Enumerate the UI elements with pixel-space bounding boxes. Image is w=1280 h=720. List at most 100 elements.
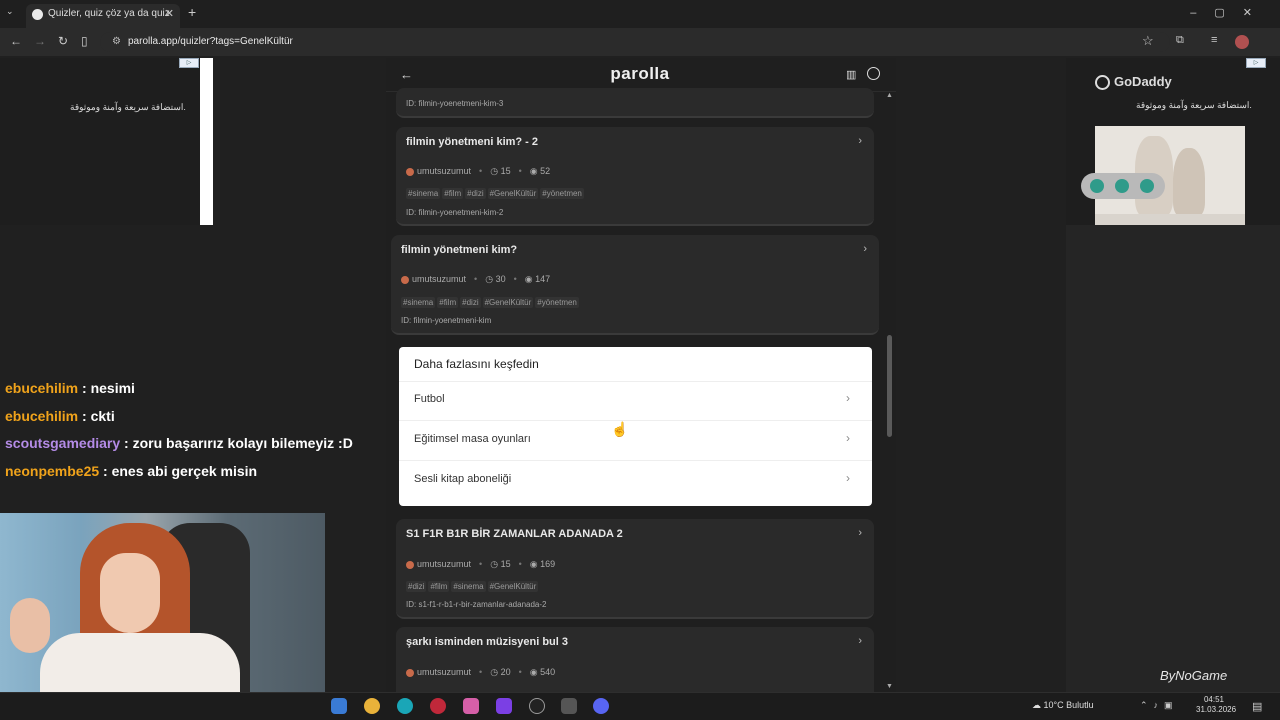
app-brand[interactable]: parolla — [560, 64, 720, 84]
quiz-title: filmin yönetmeni kim? — [401, 244, 518, 256]
webcam-feed — [0, 513, 325, 693]
tag[interactable]: #dizi — [406, 581, 427, 592]
godaddy-logo: GoDaddy — [1095, 74, 1172, 91]
window-controls[interactable]: –▢✕ — [1190, 6, 1270, 19]
tag[interactable]: #dizi — [460, 297, 481, 308]
tag[interactable]: #GenelKültür — [487, 581, 539, 592]
tag[interactable]: #sinema — [401, 297, 436, 308]
tag[interactable]: #dizi — [465, 188, 486, 199]
explore-item-board-games[interactable]: Eğitimsel masa oyunları › — [399, 420, 872, 460]
explore-more-box: Daha fazlasını keşfedin Futbol › Eğitims… — [399, 347, 872, 506]
sidebar-icon[interactable]: ▯ — [81, 34, 88, 48]
explore-item-label: Futbol — [414, 393, 445, 405]
chat-message: neonpembe25 : enes abi gerçek misin — [5, 463, 353, 491]
scroll-down-arrow-icon[interactable]: ▼ — [886, 683, 893, 690]
mail-app-icon[interactable] — [331, 698, 347, 714]
scrollbar-thumb[interactable] — [887, 335, 892, 437]
quiz-card[interactable]: filmin yönetmeni kim? › umutsuzumut • ◷ 30… — [391, 235, 879, 335]
back-arrow-icon[interactable]: ← — [400, 67, 413, 82]
streamer-face — [100, 553, 160, 633]
forward-arrow-icon[interactable]: → — [34, 34, 46, 48]
profile-avatar[interactable] — [1235, 35, 1249, 49]
quiz-time: 20 — [500, 667, 511, 677]
shelf-shape — [1095, 214, 1245, 225]
chevron-right-icon: › — [858, 135, 862, 147]
chat-text: : enes abi gerçek misin — [99, 462, 258, 479]
tag[interactable]: #yönetmen — [540, 188, 584, 199]
site-info-icon[interactable]: ⚙ — [112, 32, 121, 52]
quiz-meta: umutsuzumut • ◷ 30 • ◉ 147 — [401, 274, 550, 285]
quiz-id: ID: filmin-yoenetmeni-kim — [401, 316, 492, 325]
clock-icon: ◷ — [490, 667, 499, 677]
tab-favicon-icon — [32, 9, 43, 20]
quiz-card[interactable]: şarkı isminden müzisyeni bul 3 › umutsuz… — [396, 627, 874, 692]
discord-icon[interactable] — [593, 698, 609, 714]
bookmark-star-icon[interactable]: ☆ — [1142, 33, 1154, 49]
quiz-tags: #sinema #film #dizi #GenelKültür #yönetmen — [406, 188, 586, 199]
back-arrow-icon[interactable]: ← — [10, 34, 22, 48]
clock[interactable]: 04:51 31.03.2026 — [1196, 695, 1236, 715]
edge-icon[interactable] — [397, 698, 413, 714]
weather-text: 10°C Bulutlu — [1043, 700, 1094, 710]
streamer-hand — [10, 598, 50, 653]
obs-icon[interactable] — [529, 698, 545, 714]
settings-gear-icon[interactable] — [561, 698, 577, 714]
twitch-icon[interactable] — [496, 698, 512, 714]
copilot-icon[interactable] — [463, 698, 479, 714]
address-bar[interactable]: ⚙ parolla.app/quizler?tags=GenelKültür — [100, 32, 1170, 52]
tag[interactable]: #sinema — [406, 188, 441, 199]
tab-search-icon[interactable]: ⌄ — [6, 6, 14, 17]
clock-icon: ◷ — [485, 274, 494, 284]
browser-tab[interactable]: Quizler, quiz çöz ya da quiz olu ✕ — [26, 4, 180, 39]
chat-message: ebucehilim : nesimi — [5, 380, 353, 408]
eye-icon: ◉ — [529, 667, 538, 677]
quiz-author: umutsuzumut — [417, 559, 472, 569]
leaderboard-icon[interactable]: ▥ — [846, 68, 856, 81]
chevron-right-icon: › — [858, 635, 862, 647]
chevron-right-icon: › — [863, 243, 867, 255]
opera-icon[interactable] — [430, 698, 446, 714]
streamer-body — [40, 633, 240, 693]
tag[interactable]: #GenelKültür — [482, 297, 534, 308]
tag[interactable]: #GenelKültür — [487, 188, 539, 199]
reading-list-icon[interactable]: ≡ — [1211, 34, 1217, 46]
quiz-card[interactable]: filmin yönetmeni kim? - 2 › umutsuzumut •… — [396, 127, 874, 226]
system-tray[interactable]: ⌃♪▣ — [1140, 700, 1179, 711]
clock-icon: ◷ — [490, 166, 499, 176]
user-account-icon[interactable] — [867, 67, 880, 80]
vase-shape — [1173, 148, 1205, 216]
extensions-icon[interactable]: ⧉ — [1176, 34, 1184, 47]
right-side-panel — [1066, 225, 1280, 692]
quiz-id: ID: s1-f1-r-b1-r-bir-zamanlar-adanada-2 — [406, 600, 547, 609]
quiz-card[interactable]: ID: filmin-yoenetmeni-kim-3 — [396, 88, 874, 118]
left-ad-text: استضافة سريعة وآمنة وموثوقة. — [70, 102, 186, 112]
ad-choices-icon[interactable]: ▷ — [1246, 58, 1266, 68]
quiz-title: şarkı isminden müzisyeni bul 3 — [406, 636, 568, 648]
chat-text: : ckti — [78, 407, 115, 424]
quiz-card[interactable]: S1 F1R B1R BİR ZAMANLAR ADANADA 2 › umut… — [396, 519, 874, 619]
tag[interactable]: #film — [437, 297, 459, 308]
tag[interactable]: #film — [442, 188, 464, 199]
weather-widget[interactable]: ☁ 10°C Bulutlu — [1032, 700, 1094, 711]
chat-username: scoutsgamediary — [5, 435, 121, 451]
chrome-icon[interactable] — [364, 698, 380, 714]
scroll-up-arrow-icon[interactable]: ▲ — [886, 92, 893, 99]
explore-item-audiobook[interactable]: Sesli kitap aboneliği › — [399, 460, 872, 500]
close-tab-icon[interactable]: ✕ — [165, 4, 174, 24]
notification-icon[interactable]: ▤ — [1252, 700, 1262, 713]
new-tab-button[interactable]: + — [188, 4, 196, 20]
quiz-views: 147 — [535, 274, 551, 284]
chat-message: ebucehilim : ckti — [5, 408, 353, 436]
tag[interactable]: #film — [428, 581, 450, 592]
quiz-views: 540 — [540, 667, 556, 677]
tag[interactable]: #yönetmen — [535, 297, 579, 308]
quiz-author: umutsuzumut — [417, 166, 472, 176]
stream-chat: ebucehilim : nesimi ebucehilim : ckti sc… — [5, 380, 353, 490]
reload-icon[interactable]: ↻ — [58, 34, 68, 48]
explore-item-futbol[interactable]: Futbol › — [399, 380, 872, 420]
quiz-views: 169 — [540, 559, 556, 569]
left-ad[interactable]: استضافة سريعة وآمنة وموثوقة. — [0, 58, 213, 225]
chevron-right-icon: › — [846, 431, 850, 445]
ad-choices-icon[interactable]: ▷ — [179, 58, 199, 68]
tag[interactable]: #sinema — [451, 581, 486, 592]
